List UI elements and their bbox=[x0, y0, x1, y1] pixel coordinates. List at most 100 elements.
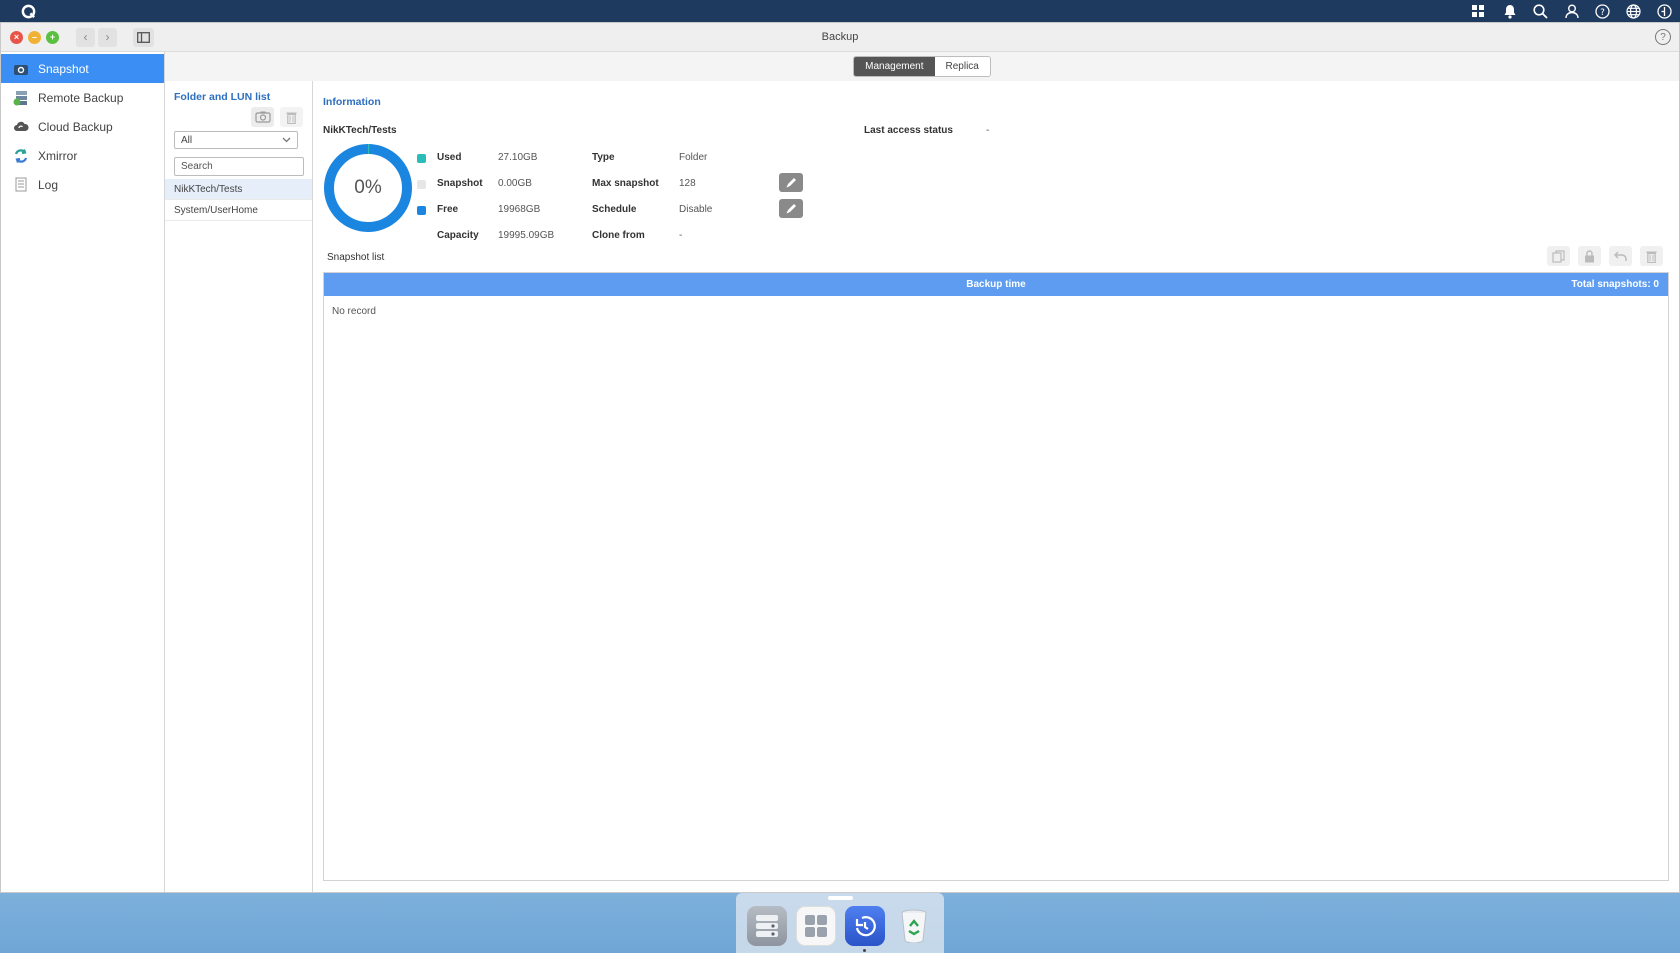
folder-list-item[interactable]: System/UserHome bbox=[165, 200, 312, 221]
folder-filter-value: All bbox=[181, 134, 193, 146]
empty-table-message: No record bbox=[332, 306, 376, 317]
app-dock bbox=[736, 893, 944, 953]
total-snapshots-count: Total snapshots: 0 bbox=[1571, 279, 1659, 290]
undo-icon bbox=[1613, 251, 1627, 261]
type-label: Type bbox=[592, 152, 615, 163]
snapshot-value: 0.00GB bbox=[498, 178, 532, 189]
running-indicator bbox=[862, 949, 866, 952]
information-title: Information bbox=[323, 96, 381, 108]
left-navigation: Snapshot Remote Backup Cloud Backup Xmir… bbox=[1, 52, 165, 892]
edit-max-snapshot-button[interactable] bbox=[779, 173, 803, 192]
nav-item-cloud-backup[interactable]: Cloud Backup bbox=[1, 112, 164, 141]
free-value: 19968GB bbox=[498, 204, 541, 215]
capacity-label: Capacity bbox=[437, 230, 479, 241]
folder-list: NikKTech/Tests System/UserHome bbox=[165, 179, 312, 221]
used-value: 27.10GB bbox=[498, 152, 538, 163]
nav-item-snapshot[interactable]: Snapshot bbox=[1, 54, 164, 83]
back-button[interactable]: ‹ bbox=[76, 27, 95, 47]
nav-item-label: Cloud Backup bbox=[38, 119, 113, 134]
lock-icon bbox=[1585, 249, 1594, 262]
close-window-button[interactable]: × bbox=[10, 30, 23, 44]
nav-item-xmirror[interactable]: Xmirror bbox=[1, 141, 164, 170]
information-pane: Information NikKTech/Tests Last access s… bbox=[313, 81, 1679, 892]
tab-bar: Management Replica bbox=[165, 52, 1679, 81]
backup-time-column-header[interactable]: Backup time bbox=[324, 279, 1668, 290]
app-center-icon[interactable] bbox=[795, 906, 836, 946]
revert-snapshot-button[interactable] bbox=[1609, 246, 1632, 266]
help-icon[interactable]: ? bbox=[1593, 2, 1612, 21]
cloud-backup-icon bbox=[13, 119, 29, 135]
last-access-label: Last access status bbox=[864, 125, 953, 136]
pencil-icon bbox=[786, 178, 796, 188]
snapshot-table: Backup time Total snapshots: 0 No record bbox=[323, 272, 1669, 881]
folder-lun-pane: Folder and LUN list All Search NikKTech/… bbox=[165, 81, 313, 892]
schedule-label: Schedule bbox=[592, 204, 637, 215]
max-snapshot-label: Max snapshot bbox=[592, 178, 659, 189]
nav-item-label: Remote Backup bbox=[38, 90, 124, 105]
storage-manager-app-icon[interactable] bbox=[746, 906, 787, 946]
recycle-bin-icon[interactable] bbox=[894, 906, 934, 946]
qts-logo-icon[interactable] bbox=[20, 3, 36, 19]
tab-replica[interactable]: Replica bbox=[934, 57, 990, 76]
sync-icon bbox=[13, 148, 29, 164]
used-legend-dot bbox=[417, 154, 426, 163]
take-snapshot-button[interactable] bbox=[251, 107, 274, 127]
snapshot-legend-dot bbox=[417, 180, 426, 189]
snapshot-table-header: Backup time Total snapshots: 0 bbox=[324, 273, 1668, 296]
camera-icon bbox=[13, 61, 29, 77]
tab-management[interactable]: Management bbox=[854, 57, 935, 76]
clone-from-value: - bbox=[679, 230, 683, 241]
edit-schedule-button[interactable] bbox=[779, 199, 803, 218]
capacity-value: 19995.09GB bbox=[498, 230, 555, 241]
schedule-value: Disable bbox=[679, 204, 713, 215]
window-titlebar[interactable]: × – + ‹ › Backup ? bbox=[1, 23, 1679, 52]
forward-button[interactable]: › bbox=[98, 27, 117, 47]
copy-icon bbox=[1552, 249, 1565, 263]
svg-text:?: ? bbox=[1600, 8, 1605, 18]
log-icon bbox=[13, 177, 29, 193]
window-help-button[interactable]: ? bbox=[1655, 29, 1671, 45]
chevron-down-icon bbox=[282, 137, 291, 143]
usage-percent: 0% bbox=[354, 177, 382, 198]
used-label: Used bbox=[437, 152, 462, 163]
snapshot-list-label: Snapshot list bbox=[327, 252, 385, 263]
trash-icon bbox=[1646, 251, 1657, 263]
pencil-icon bbox=[786, 204, 796, 214]
minimize-window-button[interactable]: – bbox=[28, 30, 41, 44]
snapshot-label: Snapshot bbox=[437, 178, 483, 189]
notification-bell-icon[interactable] bbox=[1500, 2, 1519, 21]
language-globe-icon[interactable] bbox=[1624, 2, 1643, 21]
folder-list-item[interactable]: NikKTech/Tests bbox=[165, 179, 312, 200]
free-legend-dot bbox=[417, 206, 426, 215]
lock-snapshot-button[interactable] bbox=[1578, 246, 1601, 266]
nav-item-log[interactable]: Log bbox=[1, 170, 164, 199]
delete-snapshot-button[interactable] bbox=[1640, 246, 1663, 266]
remote-backup-icon bbox=[13, 90, 29, 106]
nav-item-label: Log bbox=[38, 177, 59, 192]
backup-window: × – + ‹ › Backup ? Snapshot Remote Backu… bbox=[0, 22, 1680, 893]
search-icon[interactable] bbox=[1531, 2, 1550, 21]
max-snapshot-value: 128 bbox=[679, 178, 696, 189]
backup-app-icon[interactable] bbox=[844, 906, 885, 952]
folder-pane-title: Folder and LUN list bbox=[174, 91, 271, 103]
nav-item-label: Snapshot bbox=[38, 61, 89, 76]
delete-folder-button[interactable] bbox=[280, 107, 303, 127]
free-label: Free bbox=[437, 204, 459, 215]
share-name: NikKTech/Tests bbox=[323, 125, 397, 136]
nav-item-label: Xmirror bbox=[38, 148, 78, 163]
window-title: Backup bbox=[821, 31, 859, 43]
sidebar-toggle-button[interactable] bbox=[133, 27, 154, 47]
resource-monitor-icon[interactable] bbox=[1655, 2, 1674, 21]
nav-item-remote-backup[interactable]: Remote Backup bbox=[1, 83, 164, 112]
clone-snapshot-button[interactable] bbox=[1547, 246, 1570, 266]
user-icon[interactable] bbox=[1562, 2, 1581, 21]
dock-handle[interactable] bbox=[828, 896, 853, 900]
folder-filter-select[interactable]: All bbox=[174, 131, 298, 149]
dashboard-grid-icon[interactable] bbox=[1469, 2, 1488, 21]
camera-icon bbox=[254, 111, 271, 123]
maximize-window-button[interactable]: + bbox=[46, 30, 59, 44]
clone-from-label: Clone from bbox=[592, 230, 645, 241]
last-access-value: - bbox=[986, 125, 990, 136]
folder-search-input[interactable] bbox=[174, 157, 304, 176]
type-value: Folder bbox=[679, 152, 708, 163]
